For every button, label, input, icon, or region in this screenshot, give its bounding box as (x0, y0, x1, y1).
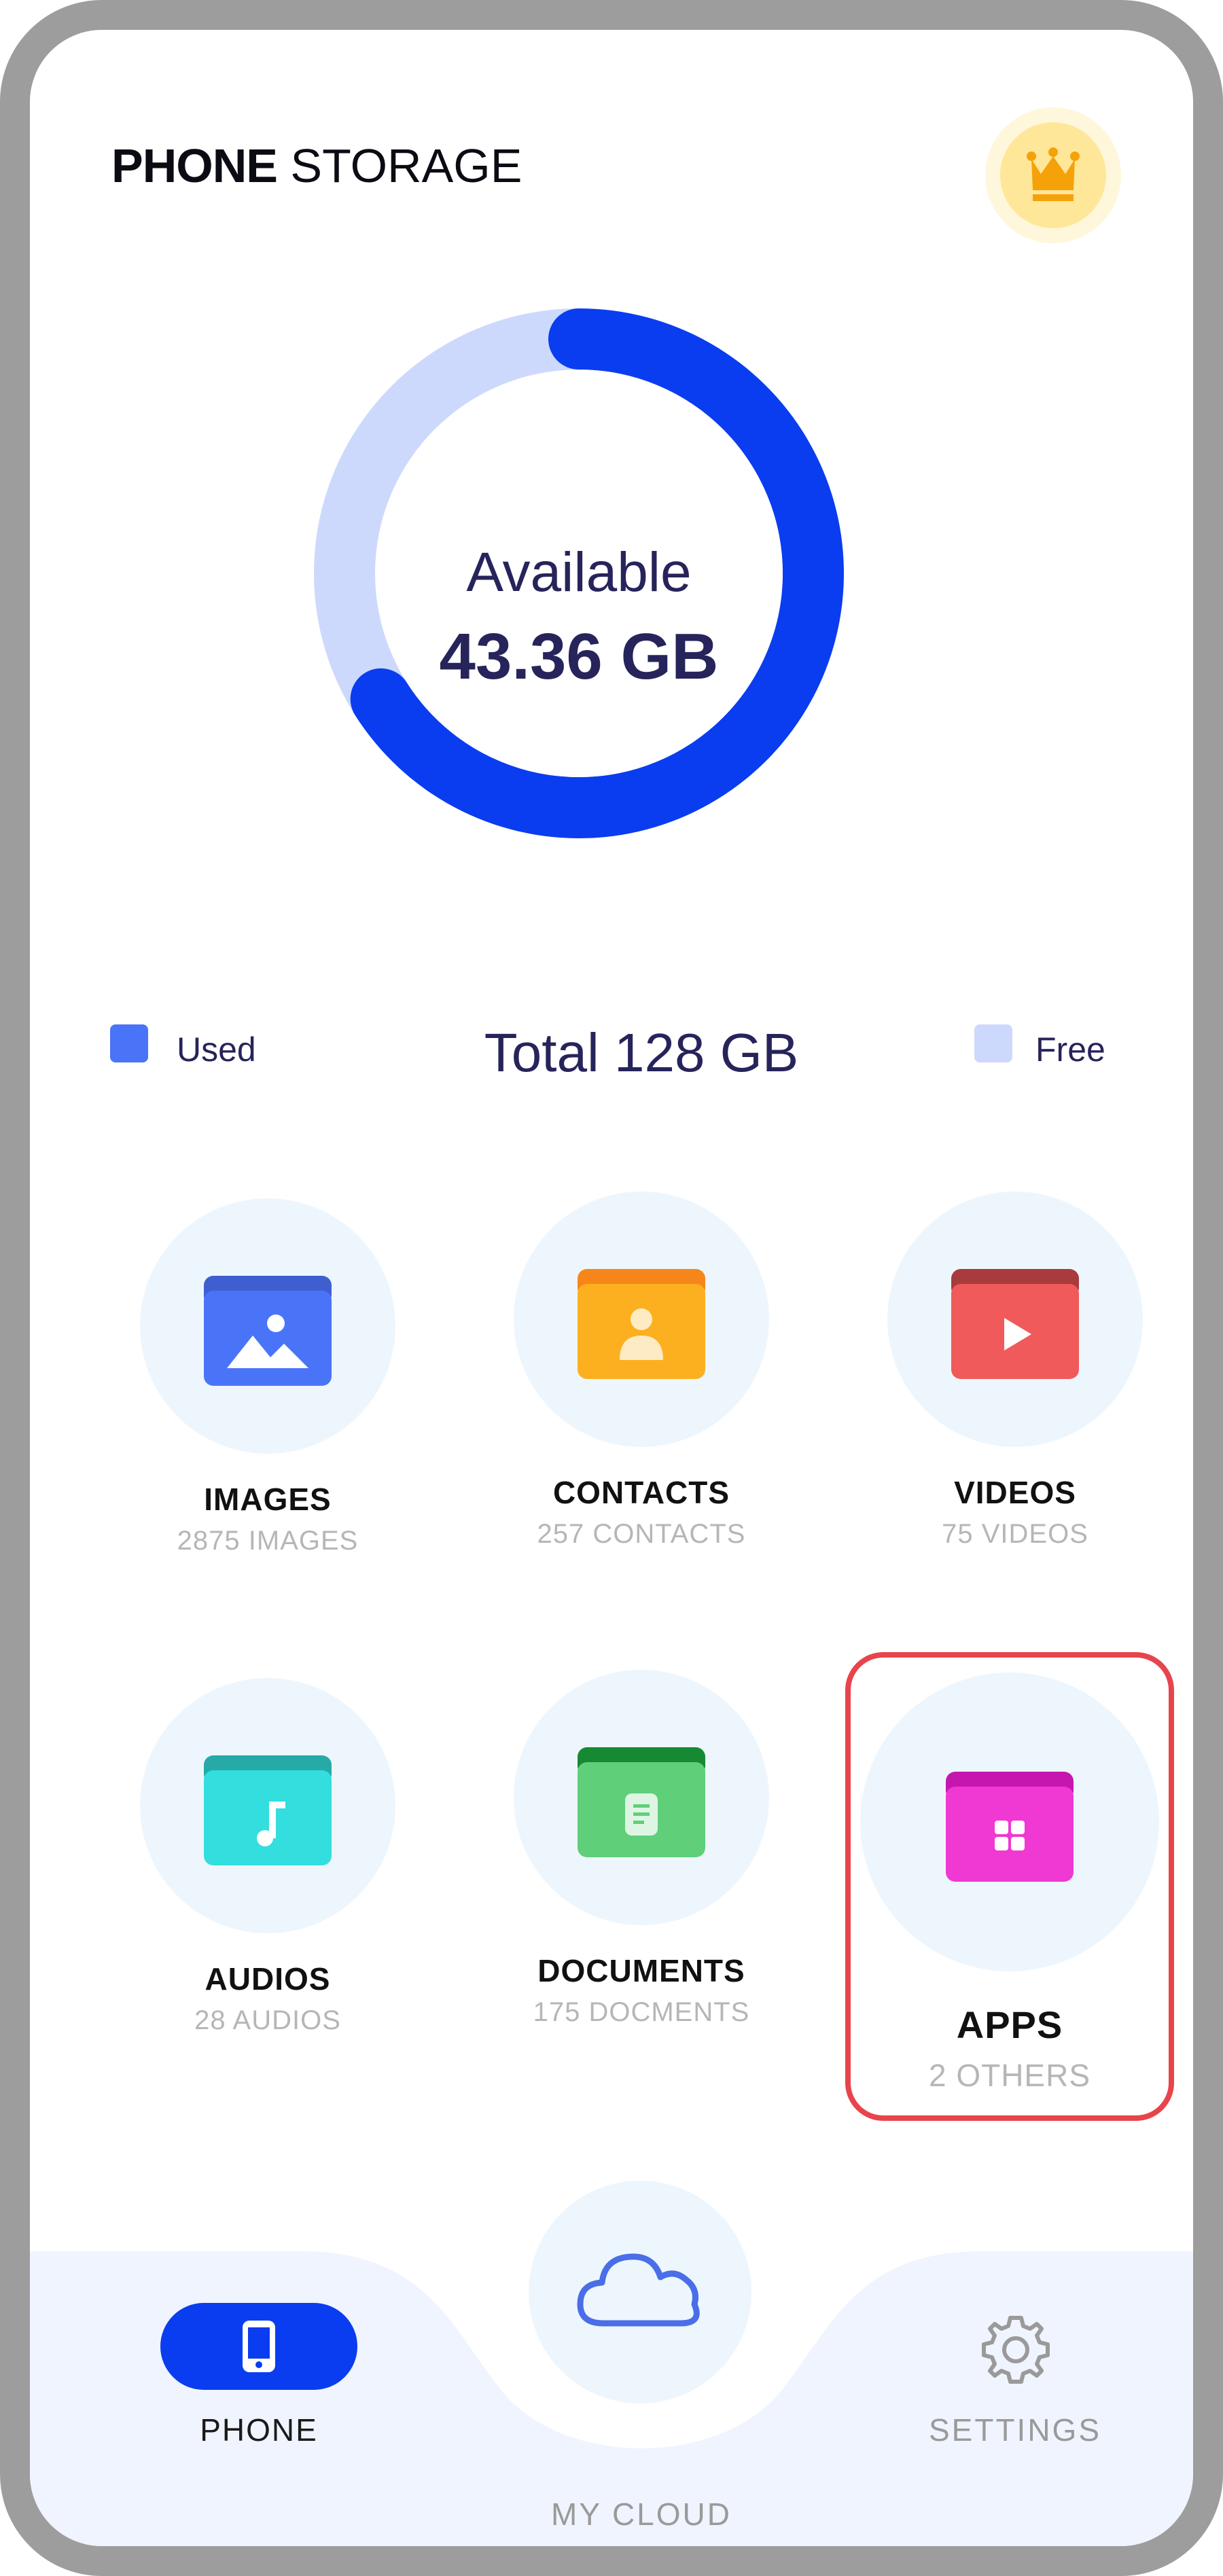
category-name: DOCUMENTS (537, 1953, 745, 1988)
premium-button[interactable] (985, 107, 1121, 243)
category-audios[interactable]: AUDIOS 28 AUDIOS (125, 1658, 410, 2065)
free-legend-swatch (974, 1024, 1012, 1062)
used-legend-label: Used (177, 1031, 256, 1069)
category-count: 257 CONTACTS (537, 1519, 746, 1549)
category-name: CONTACTS (552, 1475, 730, 1510)
category-count: 2875 IMAGES (177, 1526, 359, 1556)
category-videos[interactable]: VIDEOS 75 VIDEOS (872, 1171, 1158, 1579)
page-title: PHONE STORAGE (111, 139, 522, 192)
category-name: AUDIOS (205, 1961, 331, 1997)
category-count: 75 VIDEOS (942, 1519, 1088, 1549)
category-name: VIDEOS (954, 1475, 1076, 1510)
category-apps[interactable]: APPS 2 OTHERS (860, 1672, 1159, 2107)
category-contacts[interactable]: CONTACTS 257 CONTACTS (499, 1171, 784, 1579)
nav-settings-label[interactable]: SETTINGS (893, 2412, 1137, 2448)
phone-icon (243, 2321, 275, 2372)
document-folder-icon (578, 1747, 705, 1857)
category-count: 2 OTHERS (928, 2058, 1091, 2093)
nav-phone-label[interactable]: PHONE (160, 2412, 357, 2448)
available-value: 43.36 GB (439, 620, 719, 693)
video-folder-icon (951, 1269, 1079, 1379)
available-label: Available (466, 541, 692, 603)
apps-folder-icon (946, 1772, 1074, 1882)
category-count: 175 DOCMENTS (533, 1997, 750, 2027)
category-documents[interactable]: DOCUMENTS 175 DOCMENTS (499, 1649, 784, 2057)
phone-frame: PHONE STORAGE Available 43.36 GB Used To… (0, 0, 1223, 2576)
free-legend-label: Free (1035, 1031, 1105, 1069)
category-name: IMAGES (204, 1482, 332, 1517)
total-storage: Total 128 GB (484, 1022, 799, 1083)
crown-icon (1027, 147, 1080, 201)
image-folder-icon (204, 1276, 332, 1386)
category-name: APPS (956, 2003, 1063, 2046)
used-legend-swatch (110, 1024, 148, 1062)
nav-cloud-button[interactable] (529, 2181, 751, 2403)
cloud-icon (577, 2253, 700, 2327)
nav-cloud-label[interactable]: MY CLOUD (506, 2496, 777, 2533)
gear-icon[interactable] (978, 2312, 1053, 2387)
contacts-folder-icon (578, 1269, 705, 1379)
nav-phone-button[interactable] (160, 2303, 357, 2390)
category-images[interactable]: IMAGES 2875 IMAGES (125, 1178, 410, 1586)
category-count: 28 AUDIOS (194, 2005, 341, 2035)
audio-folder-icon (204, 1755, 332, 1865)
